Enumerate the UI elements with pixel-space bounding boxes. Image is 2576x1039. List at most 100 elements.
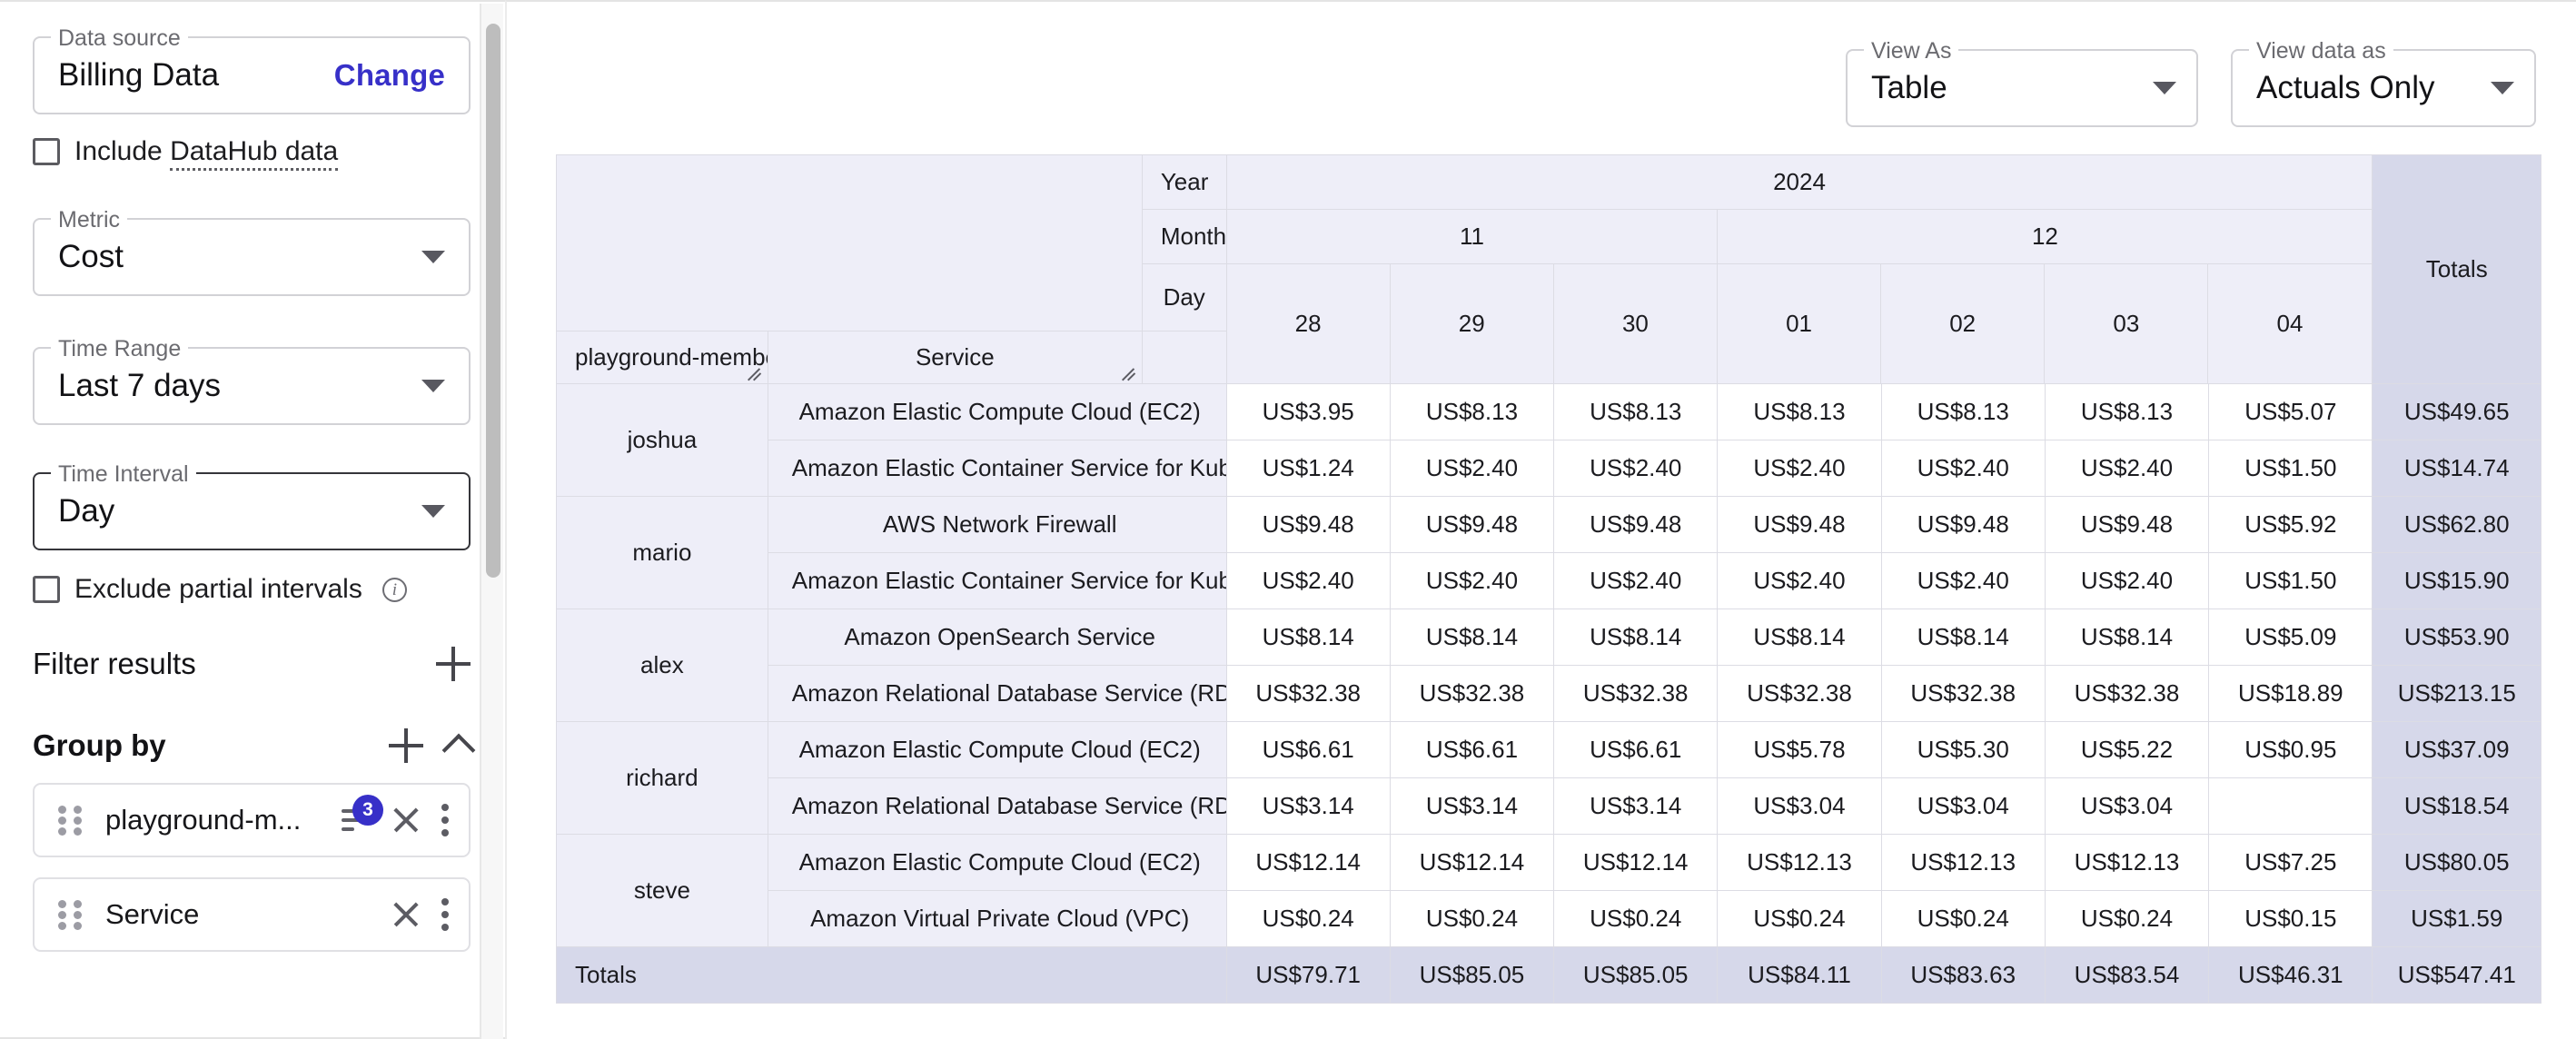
table-row[interactable]: Amazon Relational Database Service (RDS)… [557, 777, 2541, 835]
table-row-totals: Totals US$79.71 US$85.05 US$85.05 US$84.11 US… [556, 946, 2541, 1004]
change-data-source-button[interactable]: Change [334, 58, 445, 93]
table-cell-value: US$5.22 [2044, 721, 2210, 778]
table-cell-value: US$3.04 [2044, 777, 2210, 835]
table-row[interactable]: richard Amazon Elastic Compute Cloud (EC2… [556, 721, 2541, 835]
table-row[interactable]: Amazon Elastic Container Service for Kub… [557, 440, 2541, 497]
table-cell-value: US$2.40 [1553, 552, 1719, 609]
column-resize-handle[interactable] [1121, 366, 1137, 381]
dimension-header-service[interactable]: Service [767, 331, 1143, 384]
table-row[interactable]: Amazon Elastic Container Service for Kub… [557, 552, 2541, 609]
time-interval-legend: Time Interval [51, 462, 196, 486]
time-range-select[interactable]: Time Range Last 7 days [33, 337, 471, 425]
metric-select[interactable]: Metric Cost [33, 208, 471, 296]
chevron-down-icon[interactable] [421, 380, 445, 392]
totals-row-label: Totals [556, 946, 1227, 1004]
totals-column-header: Totals [2372, 154, 2541, 384]
totals-row-cell: US$46.31 [2208, 946, 2373, 1004]
datahub-data-tooltip-link[interactable]: DataHub data [170, 136, 339, 171]
row-header-member: mario [556, 496, 768, 609]
group-by-item-service[interactable]: Service [33, 877, 471, 952]
drag-handle-icon[interactable] [58, 900, 82, 930]
table-cell-value: US$12.14 [1389, 834, 1555, 891]
table-cell-value: US$0.24 [1717, 890, 1882, 947]
column-resize-handle[interactable] [747, 366, 763, 381]
chevron-down-icon[interactable] [2153, 82, 2176, 94]
include-datahub-checkbox[interactable] [33, 138, 60, 165]
filter-icon[interactable]: 3 [342, 795, 383, 833]
table-cell-value: US$2.40 [1225, 552, 1391, 609]
chevron-up-icon[interactable] [441, 733, 476, 767]
dimension-header-playground-member[interactable]: playground-member [556, 331, 768, 384]
table-cell-value: US$1.24 [1225, 440, 1391, 497]
sidebar-scrollbar[interactable] [480, 4, 503, 1039]
info-icon[interactable]: i [381, 577, 407, 602]
row-header-service: Amazon Elastic Compute Cloud (EC2) [767, 383, 1227, 440]
table-row[interactable]: Amazon Relational Database Service (RDS)… [557, 665, 2541, 722]
data-source-field[interactable]: Data source Billing Data Change [33, 26, 471, 114]
add-group-by-button[interactable] [389, 728, 423, 763]
table-cell-value: US$8.14 [1880, 609, 2046, 666]
view-data-as-legend: View data as [2249, 39, 2393, 63]
group-by-more-options-icon[interactable] [441, 898, 449, 931]
table-row[interactable]: mario AWS Network Firewall US$9.48 US$9.48 U… [556, 496, 2541, 609]
table-cell-value: US$5.07 [2208, 383, 2373, 440]
time-interval-select[interactable]: Time Interval Day [33, 462, 471, 550]
pivot-table: Year 2024 Totals Month 11 12 Day 28 29 30 01 02 03 04… [556, 154, 2541, 1004]
table-cell-row-total: US$213.15 [2372, 665, 2541, 722]
row-header-service: Amazon Elastic Container Service for Kub… [767, 440, 1227, 497]
table-cell-row-total: US$1.59 [2372, 890, 2541, 947]
table-cell-value: US$8.13 [1717, 383, 1882, 440]
table-cell-value: US$0.24 [1389, 890, 1555, 947]
table-cell-value: US$2.40 [1389, 440, 1555, 497]
table-cell-value: US$32.38 [1717, 665, 1882, 722]
table-cell-value: US$6.61 [1389, 721, 1555, 778]
table-cell-value: US$5.09 [2208, 609, 2373, 666]
chevron-down-icon[interactable] [421, 251, 445, 263]
row-header-service: Amazon Elastic Container Service for Kub… [767, 552, 1227, 609]
pivot-table-container[interactable]: Year 2024 Totals Month 11 12 Day 28 29 30 01 02 03 04… [556, 154, 2541, 1004]
view-as-select[interactable]: View As Table [1846, 39, 2198, 127]
sidebar-scrollbar-thumb[interactable] [486, 24, 500, 578]
table-cell-value: US$9.48 [1717, 496, 1882, 553]
chevron-down-icon[interactable] [2491, 82, 2514, 94]
chevron-down-icon[interactable] [421, 505, 445, 518]
pivot-table-body: Year 2024 Totals Month 11 12 Day 28 29 30 01 02 03 04… [556, 154, 2541, 1004]
include-datahub-label: Include DataHub data [74, 136, 339, 171]
table-cell-value: US$9.48 [1389, 496, 1555, 553]
view-data-as-select[interactable]: View data as Actuals Only [2231, 39, 2536, 127]
totals-row-cell: US$79.71 [1225, 946, 1391, 1004]
table-row[interactable]: Amazon Virtual Private Cloud (VPC) US$0.2… [557, 890, 2541, 947]
table-row[interactable]: alex Amazon OpenSearch Service US$8.14 US$8… [556, 609, 2541, 722]
include-datahub-row[interactable]: Include DataHub data [33, 136, 471, 171]
sidebar-scroll-area: Data source Billing Data Change Include … [33, 26, 476, 952]
table-cell-value: US$8.14 [1717, 609, 1882, 666]
table-row[interactable]: steve Amazon Elastic Compute Cloud (EC2) U… [556, 834, 2541, 947]
drag-handle-icon[interactable] [58, 806, 82, 836]
table-cell-value: US$2.40 [1717, 552, 1882, 609]
exclude-partial-intervals-row[interactable]: Exclude partial intervals i [33, 574, 471, 605]
totals-row-cell: US$85.05 [1389, 946, 1555, 1004]
table-cell-value: US$5.92 [2208, 496, 2373, 553]
add-filter-button[interactable] [436, 647, 471, 681]
remove-group-by-icon[interactable] [391, 805, 421, 836]
group-by-item-playground-member[interactable]: playground-m... 3 [33, 783, 471, 857]
table-cell-value: US$2.40 [1717, 440, 1882, 497]
day-header-group: 28 29 30 01 02 03 04 [1225, 263, 2373, 384]
group-by-more-options-icon[interactable] [441, 804, 449, 836]
table-cell-row-total: US$62.80 [2372, 496, 2541, 553]
table-cell-value: US$8.13 [2044, 383, 2210, 440]
view-as-value: Table [1871, 70, 1947, 105]
table-row[interactable]: joshua Amazon Elastic Compute Cloud (EC2)… [556, 383, 2541, 497]
settings-sidebar: Data source Billing Data Change Include … [0, 0, 505, 1039]
table-cell-value: US$0.15 [2208, 890, 2373, 947]
table-cell-value: US$6.61 [1553, 721, 1719, 778]
time-interval-value: Day [58, 493, 115, 529]
table-cell-value: US$8.14 [1553, 609, 1719, 666]
table-cell-row-total: US$15.90 [2372, 552, 2541, 609]
table-cell-value: US$18.89 [2208, 665, 2373, 722]
table-cell-value: US$3.04 [1880, 777, 2046, 835]
table-cell-row-total: US$80.05 [2372, 834, 2541, 891]
exclude-partial-intervals-checkbox[interactable] [33, 576, 60, 603]
table-cell-value: US$8.14 [1225, 609, 1391, 666]
remove-group-by-icon[interactable] [391, 899, 421, 930]
